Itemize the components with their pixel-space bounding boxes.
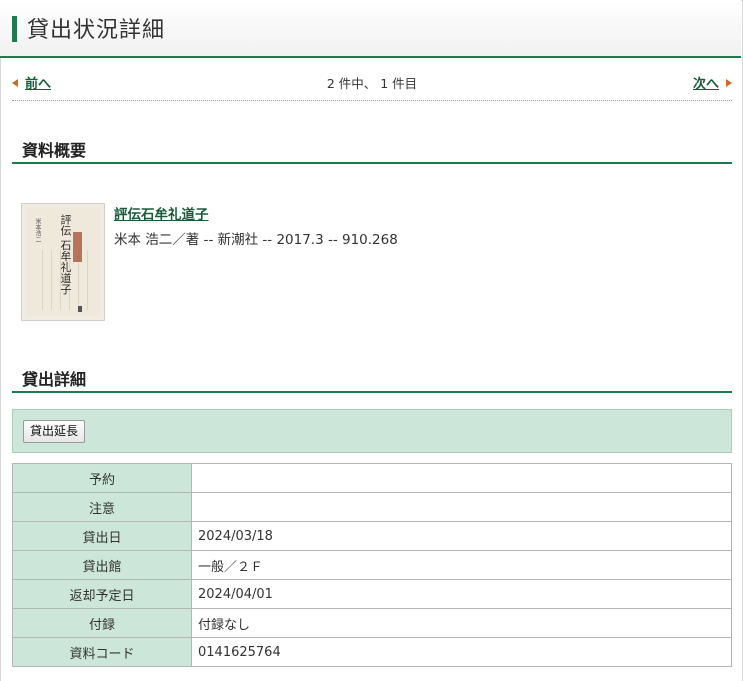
- row-value-library: 一般／２Ｆ: [191, 550, 732, 580]
- row-label-loan-date: 貸出日: [12, 521, 192, 551]
- next-link[interactable]: 次へ: [693, 73, 719, 92]
- row-label-library: 貸出館: [12, 550, 192, 580]
- cover-publisher-mark: [78, 306, 82, 312]
- pager: 前へ 2 件中、 1 件目 次へ: [12, 70, 732, 101]
- overview-heading-text: 資料概要: [22, 141, 87, 160]
- table-row: 貸出館 一般／２Ｆ: [12, 550, 732, 580]
- loan-detail-table: 予約 注意 貸出日 2024/03/18 貸出館 一般／２Ｆ 返却予定日 202…: [12, 463, 732, 667]
- loan-heading-text: 貸出詳細: [22, 370, 87, 389]
- row-label-appendix: 付録: [12, 608, 192, 638]
- row-value-appendix: 付録なし: [191, 608, 732, 638]
- book-title-link[interactable]: 評伝石牟礼道子: [114, 203, 209, 223]
- book-meta: 米本 浩二／著 -- 新潮社 -- 2017.3 -- 910.268: [114, 232, 398, 248]
- row-value-item-code: 0141625764: [191, 637, 732, 667]
- action-bar: 貸出延長: [12, 409, 732, 453]
- row-label-notice: 注意: [12, 492, 192, 522]
- overview-section-heading: 資料概要: [12, 134, 732, 164]
- next-link-group[interactable]: 次へ: [693, 73, 732, 92]
- table-row: 返却予定日 2024/04/01: [12, 579, 732, 609]
- table-row: 注意: [12, 492, 732, 522]
- loan-section-heading: 貸出詳細: [12, 363, 732, 393]
- cover-author-text: 米本浩二: [34, 218, 41, 242]
- extend-loan-button[interactable]: 貸出延長: [23, 420, 86, 443]
- result-count: 2 件中、 1 件目: [326, 76, 418, 91]
- page-header: 貸出状況詳細: [0, 0, 741, 58]
- book-cover-image[interactable]: 評伝 石牟礼道子 米本浩二: [21, 203, 105, 321]
- row-label-reservation: 予約: [12, 463, 192, 493]
- table-row: 資料コード 0141625764: [12, 637, 732, 667]
- cover-texture: [34, 250, 96, 310]
- table-row: 貸出日 2024/03/18: [12, 521, 732, 551]
- table-row: 予約: [12, 463, 732, 493]
- page-title: 貸出状況詳細: [27, 18, 166, 43]
- row-value-due-date: 2024/04/01: [191, 579, 732, 609]
- header-accent-bar: [12, 16, 17, 42]
- cover-background: 評伝 石牟礼道子 米本浩二: [26, 208, 100, 316]
- row-label-due-date: 返却予定日: [12, 579, 192, 609]
- arrow-right-icon: [726, 78, 732, 87]
- table-row: 付録 付録なし: [12, 608, 732, 638]
- row-value-notice: [191, 492, 732, 522]
- row-value-reservation: [191, 463, 732, 493]
- row-label-item-code: 資料コード: [12, 637, 192, 667]
- row-value-loan-date: 2024/03/18: [191, 521, 732, 551]
